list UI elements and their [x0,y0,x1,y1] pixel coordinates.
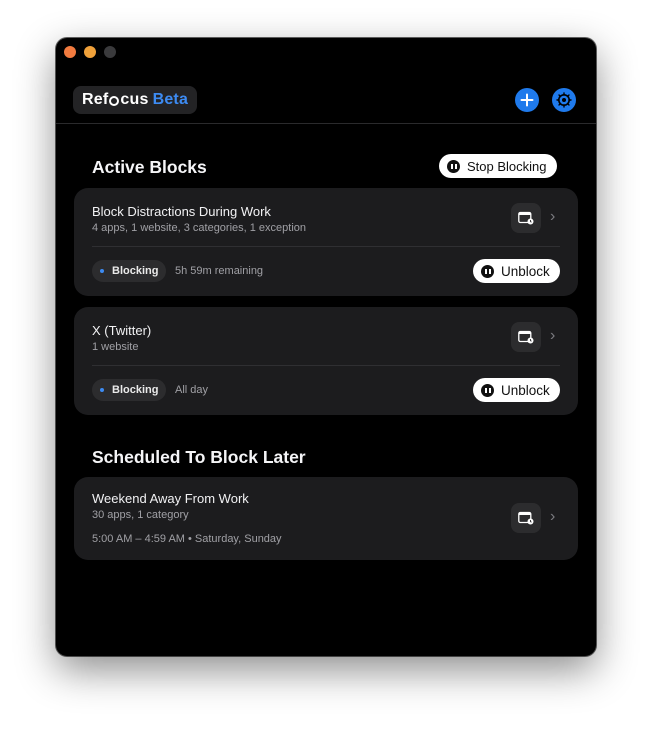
settings-button[interactable] [552,88,576,112]
schedule-button[interactable] [511,503,541,533]
block-title: X (Twitter) [92,323,152,338]
card-divider [92,246,560,247]
remaining-time: All day [175,384,209,396]
chevron-right-icon[interactable]: › [550,508,555,526]
app-header: Ref cus Beta [56,82,596,124]
app-window: Ref cus Beta Active Blocks Stop Blocking B… [56,38,596,656]
block-schedule: 5:00 AM – 4:59 AM • Saturday, Sunday [92,533,282,545]
add-block-button[interactable] [515,88,539,112]
status-badge: Blocking [92,379,167,401]
status-label: Blocking [112,265,159,277]
stop-blocking-button[interactable]: Stop Blocking [439,154,557,178]
gear-icon [556,92,572,108]
logo-text-left: Ref [82,91,109,108]
window-controls [64,46,116,58]
pause-icon [481,264,494,278]
status-badge: Blocking [92,260,167,282]
stop-blocking-label: Stop Blocking [467,158,547,174]
remaining-time: 5h 59m remaining [175,265,264,277]
logo-eye-icon [109,96,120,106]
scheduled-title: Scheduled To Block Later [92,447,306,467]
block-subtitle: 30 apps, 1 category [92,509,189,521]
schedule-button[interactable] [511,322,541,352]
status-dot-icon [100,269,104,273]
scheduled-block-card[interactable]: Weekend Away From Work 30 apps, 1 catego… [74,477,578,560]
chevron-right-icon[interactable]: › [550,208,555,226]
plus-icon [520,93,534,107]
app-logo: Ref cus Beta [73,86,198,114]
pause-icon [481,383,494,397]
calendar-icon [518,211,534,225]
unblock-button[interactable]: Unblock [473,259,560,283]
status-dot-icon [100,388,104,392]
card-divider [92,365,560,366]
unblock-label: Unblock [501,382,550,398]
block-card[interactable]: Block Distractions During Work 4 apps, 1… [74,188,578,296]
calendar-icon [518,511,534,525]
block-subtitle: 4 apps, 1 website, 3 categories, 1 excep… [92,222,307,234]
block-card[interactable]: X (Twitter) 1 website › Blocking All day… [74,307,578,415]
pause-icon [447,159,460,173]
active-blocks-title: Active Blocks [92,157,207,177]
calendar-icon [518,330,534,344]
minimize-window-button[interactable] [84,46,96,58]
zoom-window-button[interactable] [104,46,116,58]
unblock-label: Unblock [501,263,550,279]
chevron-right-icon[interactable]: › [550,327,555,345]
status-label: Blocking [112,384,159,396]
close-window-button[interactable] [64,46,76,58]
beta-label: Beta [152,91,189,108]
unblock-button[interactable]: Unblock [473,378,560,402]
schedule-button[interactable] [511,203,541,233]
block-subtitle: 1 website [92,341,139,353]
block-title: Block Distractions During Work [92,204,271,219]
logo-text-right: cus [120,91,149,108]
block-title: Weekend Away From Work [92,491,249,506]
